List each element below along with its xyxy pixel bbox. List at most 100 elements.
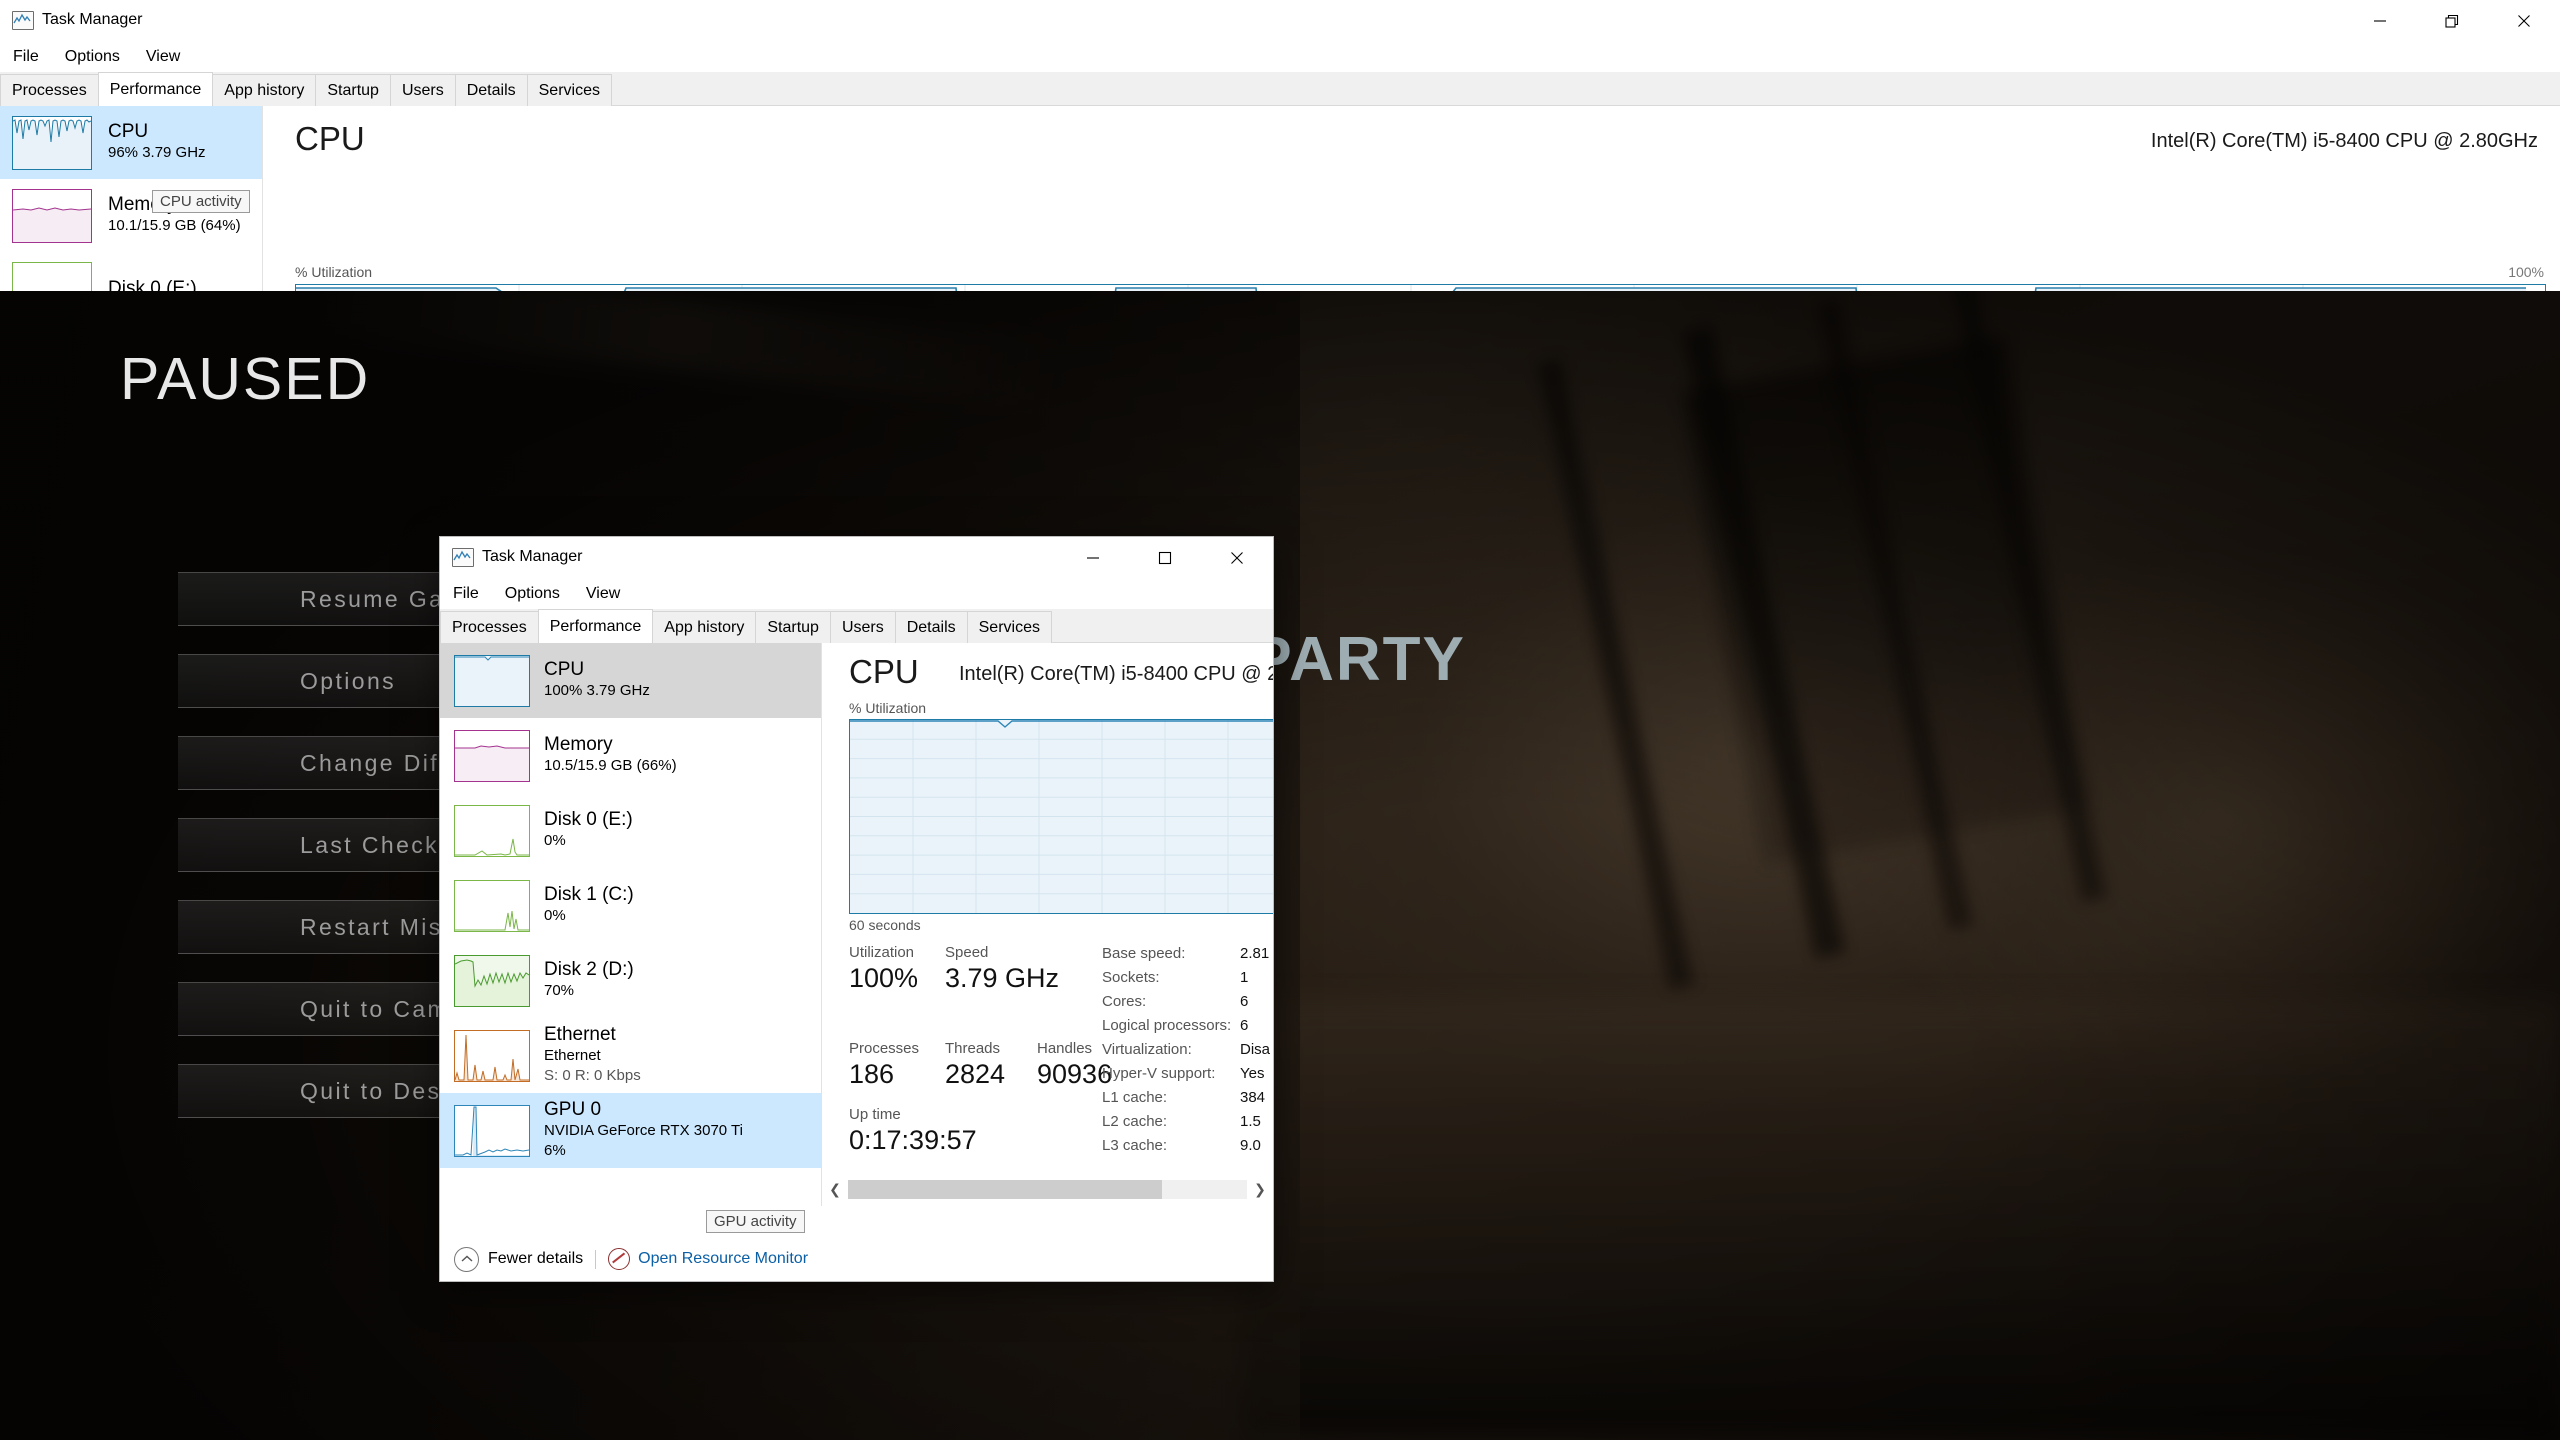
scroll-right-arrow[interactable]: ❯: [1247, 1176, 1273, 1202]
close-button[interactable]: [1201, 537, 1273, 579]
menu-bar: File Options View: [0, 42, 2560, 72]
fewer-details-button[interactable]: Fewer details: [454, 1247, 583, 1272]
spec-label-cores: Cores:: [1102, 993, 1146, 1010]
menu-item-label: Options: [178, 668, 396, 695]
y-axis-label: % Utilization: [295, 264, 372, 280]
paused-title: PAUSED: [120, 345, 370, 413]
detail-pane: CPU Intel(R) Core(TM) i5-8400 CPU @ 2.80…: [263, 106, 2560, 291]
tab-processes[interactable]: Processes: [440, 611, 539, 643]
gpu0-thumbnail-graph: [454, 1105, 530, 1157]
window-title: Task Manager: [42, 11, 143, 29]
tab-startup[interactable]: Startup: [315, 74, 391, 106]
open-resource-monitor-link[interactable]: Open Resource Monitor: [608, 1248, 808, 1270]
sidebar-item-label: Ethernet: [544, 1024, 641, 1046]
spec-label-sockets: Sockets:: [1102, 969, 1160, 986]
task-manager-icon: [12, 11, 34, 30]
sidebar-item-sub2: S: 0 R: 0 Kbps: [544, 1066, 641, 1086]
ethernet-thumbnail-graph: [454, 1030, 530, 1082]
maximize-button[interactable]: [1129, 537, 1201, 579]
stat-label-threads: Threads: [945, 1040, 1000, 1057]
scroll-thumb[interactable]: [848, 1180, 1162, 1199]
stat-value-utilization: 100%: [849, 963, 918, 994]
tab-details[interactable]: Details: [455, 74, 528, 106]
sidebar-item-text: CPU 96% 3.79 GHz: [108, 121, 206, 163]
sidebar-item-label: Disk 0 (E:): [544, 809, 633, 831]
sidebar-item-sub: 0%: [544, 906, 634, 926]
tab-processes[interactable]: Processes: [0, 74, 99, 106]
menu-file[interactable]: File: [13, 48, 39, 66]
tab-users[interactable]: Users: [390, 74, 456, 106]
stat-label-handles: Handles: [1037, 1040, 1092, 1057]
cpu-utilization-graph: [295, 284, 2546, 291]
minimize-button[interactable]: [2344, 0, 2416, 42]
tab-details[interactable]: Details: [895, 611, 968, 643]
sidebar-item-sub: 0%: [544, 831, 633, 851]
sidebar-item-disk-0[interactable]: Disk 0 (E:) 0%: [440, 793, 821, 868]
task-manager-window-back[interactable]: Task Manager File Options View Processes…: [0, 0, 2560, 291]
spec-value-l2-cache: 1.5: [1240, 1113, 1261, 1130]
stat-label-processes: Processes: [849, 1040, 919, 1057]
sidebar-item-sub: 10.5/15.9 GB (66%): [544, 756, 677, 776]
menu-options[interactable]: Options: [65, 48, 120, 66]
spec-label-base-speed: Base speed:: [1102, 945, 1185, 962]
menu-view[interactable]: View: [146, 48, 180, 66]
disk0-thumbnail-graph: [12, 262, 92, 292]
spec-value-l1-cache: 384: [1240, 1089, 1265, 1106]
scroll-left-arrow[interactable]: ❮: [822, 1176, 848, 1202]
tab-app-history[interactable]: App history: [652, 611, 756, 643]
spec-value-hyper-v-support: Yes: [1240, 1065, 1264, 1082]
window-body: CPU 100% 3.79 GHz Memory 10.5/15.9 GB (6…: [440, 643, 1273, 1206]
titlebar[interactable]: Task Manager: [0, 0, 2560, 42]
menu-view[interactable]: View: [586, 585, 620, 603]
tab-services[interactable]: Services: [527, 74, 612, 106]
caption-buttons: [2344, 0, 2560, 42]
resource-monitor-icon: [608, 1248, 630, 1270]
titlebar[interactable]: Task Manager: [440, 537, 1273, 579]
spec-value-logical-processors: 6: [1240, 1017, 1248, 1034]
horizontal-scrollbar[interactable]: ❮ ❯: [822, 1176, 1273, 1202]
tab-app-history[interactable]: App history: [212, 74, 316, 106]
tab-users[interactable]: Users: [830, 611, 896, 643]
tab-performance[interactable]: Performance: [538, 609, 654, 643]
menu-options[interactable]: Options: [505, 585, 560, 603]
spec-value-base-speed: 2.81: [1240, 945, 1269, 962]
sidebar-item-disk-0[interactable]: Disk 0 (E:): [0, 252, 262, 291]
stat-label-utilization: Utilization: [849, 944, 914, 961]
tab-performance[interactable]: Performance: [98, 72, 214, 106]
stat-label-speed: Speed: [945, 944, 988, 961]
sidebar-item-sub: 96% 3.79 GHz: [108, 143, 206, 163]
tab-services[interactable]: Services: [967, 611, 1052, 643]
sidebar-item-memory[interactable]: Memory 10.5/15.9 GB (66%): [440, 718, 821, 793]
sidebar-item-gpu-0[interactable]: GPU 0 NVIDIA GeForce RTX 3070 Ti 6%: [440, 1093, 821, 1168]
spec-value-virtualization: Disa: [1240, 1041, 1270, 1058]
menu-bar: File Options View: [440, 579, 1273, 609]
status-bar: Fewer details Open Resource Monitor: [440, 1237, 1273, 1281]
x-axis-label: 60 seconds: [849, 917, 921, 933]
task-manager-icon: [452, 548, 474, 567]
sidebar-item-label: Memory: [544, 734, 677, 756]
sidebar-item-sub2: 6%: [544, 1141, 743, 1161]
sidebar-item-disk-1[interactable]: Disk 1 (C:) 0%: [440, 868, 821, 943]
sidebar-item-text: Disk 2 (D:) 70%: [544, 959, 634, 1001]
sidebar-item-cpu[interactable]: CPU 100% 3.79 GHz: [440, 643, 821, 718]
close-button[interactable]: [2488, 0, 2560, 42]
chevron-up-icon: [454, 1247, 479, 1272]
fewer-details-label: Fewer details: [488, 1250, 583, 1268]
cpu-thumbnail-graph: [454, 655, 530, 707]
cpu-thumbnail-graph: [12, 116, 92, 170]
minimize-button[interactable]: [1057, 537, 1129, 579]
memory-thumbnail-graph: [454, 730, 530, 782]
menu-file[interactable]: File: [453, 585, 479, 603]
y-axis-max-label: 100%: [2508, 264, 2544, 280]
restore-button[interactable]: [2416, 0, 2488, 42]
sidebar-item-ethernet[interactable]: Ethernet Ethernet S: 0 R: 0 Kbps: [440, 1018, 821, 1093]
task-manager-window-front[interactable]: Task Manager File Options View Processes…: [440, 537, 1273, 1281]
sidebar-item-cpu[interactable]: CPU 96% 3.79 GHz: [0, 106, 262, 179]
stat-value-up-time: 0:17:39:57: [849, 1125, 977, 1156]
tab-startup[interactable]: Startup: [755, 611, 831, 643]
scroll-track[interactable]: [848, 1180, 1247, 1199]
sidebar-item-disk-2[interactable]: Disk 2 (D:) 70%: [440, 943, 821, 1018]
spec-label-l3-cache: L3 cache:: [1102, 1137, 1167, 1154]
sidebar-item-label: Disk 2 (D:): [544, 959, 634, 981]
cpu-utilization-graph: [849, 719, 1273, 914]
